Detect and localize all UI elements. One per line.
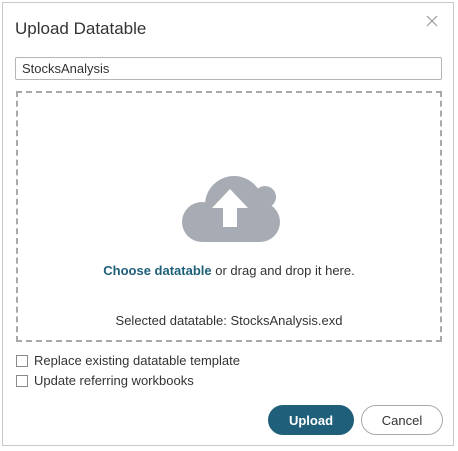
upload-datatable-dialog: Upload Datatable Choose [2, 2, 454, 446]
file-drop-zone[interactable]: Choose datatable or drag and drop it her… [16, 91, 442, 342]
dialog-title: Upload Datatable [15, 19, 147, 38]
drop-instructions: Choose datatable or drag and drop it her… [18, 263, 440, 278]
choose-datatable-link[interactable]: Choose datatable [103, 263, 211, 278]
close-icon[interactable] [425, 14, 439, 28]
datatable-name-input[interactable] [15, 57, 442, 80]
replace-template-option[interactable]: Replace existing datatable template [16, 353, 240, 368]
replace-template-label: Replace existing datatable template [34, 353, 240, 368]
cancel-button[interactable]: Cancel [361, 405, 443, 435]
selected-datatable-text: Selected datatable: StocksAnalysis.exd [115, 313, 343, 328]
cloud-upload-icon [180, 171, 284, 243]
update-workbooks-label: Update referring workbooks [34, 373, 194, 388]
drag-drop-text: or drag and drop it here. [211, 263, 355, 278]
upload-button[interactable]: Upload [268, 405, 354, 435]
replace-template-checkbox[interactable] [16, 354, 28, 367]
update-workbooks-checkbox[interactable] [16, 374, 28, 387]
update-workbooks-option[interactable]: Update referring workbooks [16, 373, 194, 388]
